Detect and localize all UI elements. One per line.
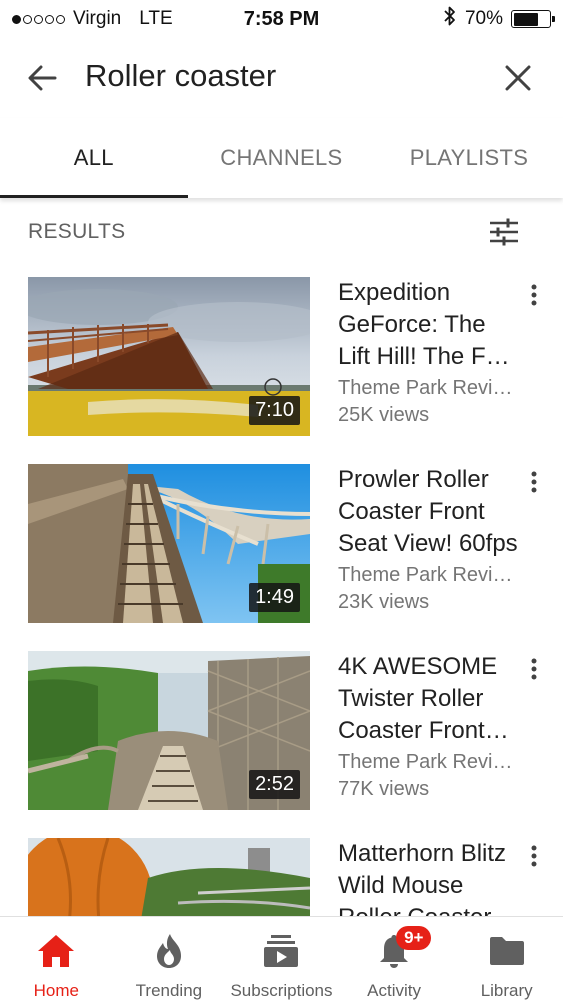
tab-label: ALL — [73, 145, 114, 170]
home-icon — [36, 931, 76, 971]
nav-home[interactable]: Home — [0, 917, 113, 1000]
nav-label: Activity — [367, 981, 421, 1000]
battery-level — [513, 12, 538, 26]
more-vert-icon — [531, 471, 537, 493]
video-thumbnail[interactable]: 1:49 — [28, 464, 310, 623]
more-vert-icon — [531, 284, 537, 306]
video-title[interactable]: 4K AWESOME Twister Roller Coaster Front … — [338, 651, 518, 747]
filter-button[interactable] — [484, 212, 524, 252]
clear-search-button[interactable] — [498, 58, 538, 98]
flame-icon — [149, 931, 189, 971]
search-query[interactable]: Roller coaster — [85, 58, 276, 94]
video-result[interactable]: Matterhorn Blitz Wild Mouse Roller Coast… — [0, 827, 563, 916]
tab-label: CHANNELS — [220, 145, 343, 170]
tab-label: PLAYLISTS — [409, 145, 529, 170]
video-channel: Theme Park Review — [338, 751, 518, 773]
carrier-name: Virgin — [73, 8, 122, 29]
video-duration: 7:10 — [249, 396, 300, 425]
video-views: 23K views — [338, 591, 430, 613]
video-title[interactable]: Matterhorn Blitz Wild Mouse Roller Coast… — [338, 838, 518, 916]
status-bar: Virgin LTE 7:58 PM 70% — [0, 0, 563, 38]
video-thumbnail[interactable]: 7:10 — [28, 277, 310, 436]
video-title[interactable]: Expedition GeForce: The Lift Hill! The F… — [338, 277, 518, 373]
nav-label: Library — [480, 981, 533, 1000]
video-duration: 2:52 — [249, 770, 300, 799]
arrow-left-icon — [28, 65, 57, 91]
bell-icon: 9+ — [374, 926, 432, 971]
more-vert-icon — [531, 845, 537, 867]
video-thumbnail[interactable]: 2:52 — [28, 651, 310, 810]
bluetooth-icon — [443, 5, 457, 33]
more-vert-icon — [531, 658, 537, 680]
video-result[interactable]: 7:10 Expedition GeForce: The Lift Hill! … — [0, 266, 563, 453]
nav-activity[interactable]: 9+ Activity — [338, 917, 451, 1000]
search-header: Roller coaster — [0, 38, 563, 118]
nav-label: Home — [33, 981, 79, 1000]
subscriptions-icon — [261, 931, 301, 971]
video-title[interactable]: Prowler Roller Coaster Front Seat View! … — [338, 464, 518, 560]
tab-all[interactable]: ALL — [0, 118, 188, 198]
video-channel: Theme Park Review — [338, 564, 518, 586]
signal-strength-icon — [12, 14, 65, 24]
more-options-button[interactable] — [522, 467, 546, 497]
bottom-navigation: Home Trending Subscriptions 9+ Activity … — [0, 916, 563, 1000]
video-info[interactable]: Prowler Roller Coaster Front Seat View! … — [338, 464, 518, 614]
battery-percent: 70% — [464, 8, 503, 29]
video-result[interactable]: 2:52 4K AWESOME Twister Roller Coaster F… — [0, 640, 563, 827]
video-results-list: 7:10 Expedition GeForce: The Lift Hill! … — [0, 266, 563, 916]
video-info[interactable]: Expedition GeForce: The Lift Hill! The F… — [338, 277, 518, 427]
more-options-button[interactable] — [522, 654, 546, 684]
more-options-button[interactable] — [522, 841, 546, 871]
filter-icon — [490, 218, 518, 246]
results-label: RESULTS — [28, 220, 126, 243]
status-right: 70% — [443, 5, 555, 33]
back-button[interactable] — [22, 58, 62, 98]
notification-badge: 9+ — [396, 926, 432, 950]
video-channel: Theme Park Review — [338, 377, 518, 399]
video-info[interactable]: Matterhorn Blitz Wild Mouse Roller Coast… — [338, 838, 518, 916]
tab-playlists[interactable]: PLAYLISTS — [375, 118, 563, 198]
video-thumbnail[interactable] — [28, 838, 310, 916]
more-options-button[interactable] — [522, 280, 546, 310]
video-views: 77K views — [338, 778, 430, 800]
tab-channels[interactable]: CHANNELS — [188, 118, 376, 198]
video-result[interactable]: 1:49 Prowler Roller Coaster Front Seat V… — [0, 453, 563, 640]
network-type: LTE — [139, 8, 173, 29]
close-icon — [505, 65, 531, 91]
carrier-info: Virgin LTE — [12, 8, 212, 30]
nav-subscriptions[interactable]: Subscriptions — [225, 917, 338, 1000]
search-tabs: ALL CHANNELS PLAYLISTS — [0, 118, 563, 198]
nav-label: Trending — [135, 981, 203, 1000]
video-info[interactable]: 4K AWESOME Twister Roller Coaster Front … — [338, 651, 518, 801]
nav-trending[interactable]: Trending — [113, 917, 226, 1000]
results-header: RESULTS — [0, 198, 563, 266]
nav-label: Subscriptions — [230, 981, 333, 1000]
battery-icon — [511, 10, 555, 28]
video-duration: 1:49 — [249, 583, 300, 612]
folder-icon — [487, 931, 527, 971]
video-views: 25K views — [338, 404, 430, 426]
nav-library[interactable]: Library — [450, 917, 563, 1000]
